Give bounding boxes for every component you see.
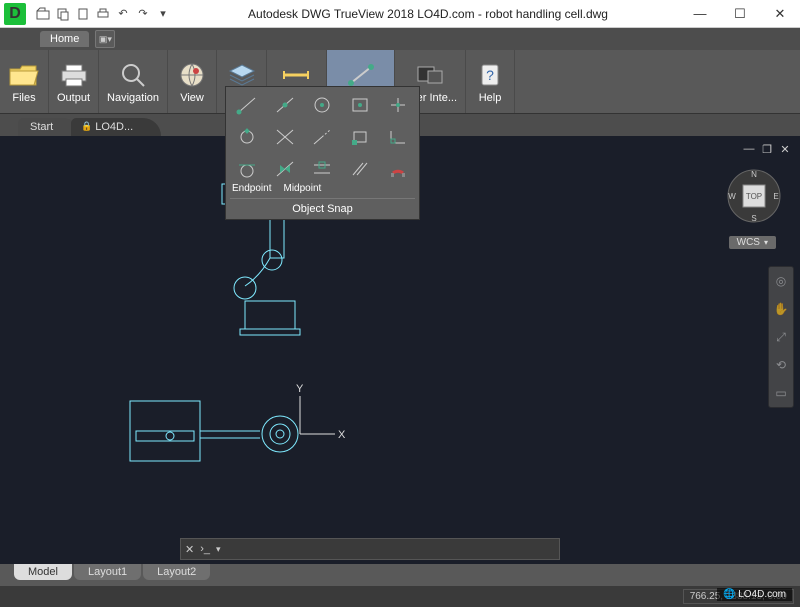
print-icon[interactable] [94,5,112,23]
panel-label: Files [12,92,35,104]
output-panel[interactable]: Output [49,50,99,113]
app-icon[interactable]: D [4,3,26,25]
snap-grid [230,91,415,183]
window-title: Autodesk DWG TrueView 2018 LO4D.com - ro… [176,7,680,21]
viewport-minimize-icon[interactable]: — [742,142,756,156]
redo-icon[interactable]: ↷ [134,5,152,23]
snap-intersection[interactable] [268,123,302,151]
ruler-icon [280,60,312,90]
drawing-tab[interactable]: 🔒LO4D... [71,118,161,136]
model-tab[interactable]: Model [14,564,72,580]
snap-endpoint-label: Endpoint [232,183,271,194]
minimize-button[interactable]: — [680,0,720,28]
snap-none[interactable] [381,155,415,183]
copy-icon[interactable] [54,5,72,23]
wcs-indicator[interactable]: WCS ▾ [729,236,776,249]
snap-perpendicular[interactable] [381,123,415,151]
wcs-label: WCS [737,237,760,248]
watermark: 🌐 LO4D.com [717,588,792,601]
panel-label: Help [479,92,502,104]
layout2-tab[interactable]: Layout2 [143,564,210,580]
snap-extension[interactable] [306,123,340,151]
files-panel[interactable]: Files [0,50,49,113]
layout-tabs: Model Layout1 Layout2 [0,564,800,586]
snap-node[interactable] [381,91,415,119]
maximize-button[interactable]: ☐ [720,0,760,28]
magnifier-icon [117,60,149,90]
snap-parallel[interactable] [343,155,377,183]
viewcube[interactable]: TOP N S E W [726,168,782,224]
command-line[interactable]: ✕ ›_ ▾ [180,538,560,560]
dropdown-title: Object Snap [230,198,415,215]
printer-icon [58,60,90,90]
svg-text:?: ? [486,67,494,83]
snap-apparent-intersection[interactable] [306,155,340,183]
snap-labels: Endpoint Midpoint [230,183,415,194]
snap-tangent[interactable] [230,155,264,183]
command-input[interactable] [227,542,555,557]
y-axis-label: Y [296,383,304,395]
view-panel[interactable]: View [168,50,217,113]
viewcube-top: TOP [746,192,762,201]
question-icon: ? [474,60,506,90]
drawing-content: X Y [60,176,460,564]
snap-midpoint-label: Midpoint [283,183,321,194]
viewcube-n: N [751,170,757,179]
undo-icon[interactable]: ↶ [114,5,132,23]
snap-nearest[interactable] [268,155,302,183]
x-axis-label: X [338,429,346,441]
viewport-close-icon[interactable]: ✕ [778,142,792,156]
layers-icon [226,60,258,90]
object-snap-dropdown: Endpoint Midpoint Object Snap [225,86,420,220]
chevron-down-icon: ▾ [764,238,768,247]
snap-insertion[interactable] [343,123,377,151]
window-icon [414,60,446,90]
show-motion-icon[interactable]: ▭ [771,383,791,403]
cmd-prompt-icon: ›_ [200,543,210,555]
viewport-controls: — ❐ ✕ [742,142,792,156]
chevron-down-icon[interactable]: ▾ [216,544,221,555]
orbit-icon[interactable]: ⟲ [771,355,791,375]
tab-label: Start [30,121,53,133]
home-tab[interactable]: Home [40,31,89,47]
titlebar: D ↶ ↷ ▾ Autodesk DWG TrueView 2018 LO4D.… [0,0,800,28]
snap-midpoint[interactable] [268,91,302,119]
qat-dropdown-icon[interactable]: ▾ [154,5,172,23]
viewcube-e: E [773,192,778,201]
zoom-extents-icon[interactable]: ⤢ [771,327,791,347]
help-panel[interactable]: ? Help [466,50,515,113]
viewcube-w: W [728,192,736,201]
snap-icon [345,60,377,90]
window-controls: — ☐ ✕ [680,0,800,28]
cmd-close-icon[interactable]: ✕ [185,543,194,556]
status-bar: 766.25, 1888.13, 0.00 [0,586,800,607]
panel-label: Output [57,92,90,104]
panel-label: Navigation [107,92,159,104]
ribbon-tabs: Home ▣▾ [0,28,800,50]
viewcube-s: S [751,214,756,223]
open-icon[interactable] [34,5,52,23]
close-button[interactable]: ✕ [760,0,800,28]
ribbon-expand-icon[interactable]: ▣▾ [95,30,115,48]
layout1-tab[interactable]: Layout1 [74,564,141,580]
snap-geometric-center[interactable] [343,91,377,119]
navigation-bar: ◎ ✋ ⤢ ⟲ ▭ [768,266,794,408]
paste-icon[interactable] [74,5,92,23]
snap-quadrant[interactable] [230,123,264,151]
quick-access-toolbar: ↶ ↷ ▾ [30,5,176,23]
panel-label: View [180,92,204,104]
steering-wheel-icon[interactable]: ◎ [771,271,791,291]
snap-endpoint[interactable] [230,91,264,119]
lock-icon: 🔒 [81,121,92,132]
globe-icon [176,60,208,90]
viewport-restore-icon[interactable]: ❐ [760,142,774,156]
navigation-panel[interactable]: Navigation [99,50,168,113]
folder-icon [8,60,40,90]
pan-icon[interactable]: ✋ [771,299,791,319]
tab-label: LO4D... [95,121,133,133]
snap-center[interactable] [306,91,340,119]
